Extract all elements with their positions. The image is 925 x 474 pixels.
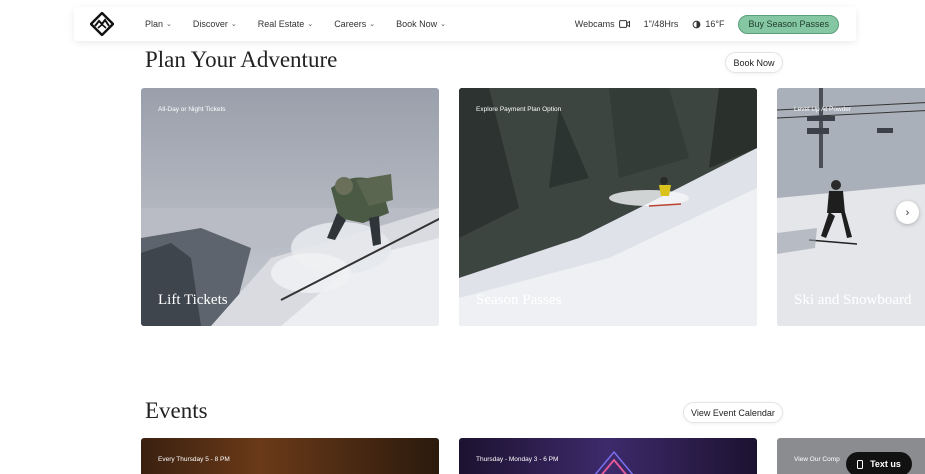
event-card[interactable]: Every Thursday 5 - 8 PM <box>141 438 439 474</box>
nav-label: Book Now <box>396 19 438 29</box>
nav-item-real-estate[interactable]: Real Estate ⌄ <box>258 19 313 29</box>
card-tag: Thursday - Monday 3 - 6 PM <box>476 456 559 463</box>
main-nav: Plan ⌄ Discover ⌄ Real Estate ⌄ Careers ⌄ Bo… <box>145 7 467 41</box>
video-camera-icon <box>618 20 630 28</box>
event-card[interactable]: Thursday - Monday 3 - 6 PM <box>459 438 757 474</box>
nav-label: Real Estate <box>257 19 305 29</box>
weather-icon <box>692 20 701 28</box>
temperature-value: 16°F <box>705 19 725 29</box>
card-tag: Explore Payment Plan Option <box>476 106 562 113</box>
nav-item-book-now[interactable]: Book Now ⌄ <box>396 19 446 29</box>
card-title: Season Passes <box>476 292 562 308</box>
book-now-button[interactable]: Book Now <box>725 52 783 73</box>
phone-icon <box>857 459 864 469</box>
card-tag: Level Up At Powder <box>794 106 852 113</box>
card-tag: View Our Comp <box>794 456 840 463</box>
chevron-down-icon: ⌄ <box>440 21 446 28</box>
chevron-down-icon: ⌄ <box>307 21 314 28</box>
snow-report[interactable]: 1"/48Hrs <box>644 19 679 29</box>
card-tag: Every Thursday 5 - 8 PM <box>158 456 230 463</box>
buy-season-passes-button[interactable]: Buy Season Passes <box>738 14 839 34</box>
carousel-next-button[interactable]: › <box>896 201 919 224</box>
chevron-down-icon: ⌄ <box>369 21 376 28</box>
view-event-calendar-button[interactable]: View Event Calendar <box>683 402 783 423</box>
chevron-down-icon: ⌄ <box>166 21 172 28</box>
card-title: Lift Tickets <box>158 292 228 308</box>
nav-item-careers[interactable]: Careers ⌄ <box>334 19 375 29</box>
adventure-section-title: Plan Your Adventure <box>145 47 338 72</box>
top-navigation-bar: Plan ⌄ Discover ⌄ Real Estate ⌄ Careers ⌄ Bo… <box>74 7 856 41</box>
nav-item-discover[interactable]: Discover ⌄ <box>193 19 237 29</box>
nav-item-plan[interactable]: Plan ⌄ <box>145 19 172 29</box>
text-us-label: Text us <box>870 459 901 469</box>
weather-report[interactable]: 16°F <box>692 19 724 29</box>
header-tools: Webcams 1"/48Hrs 16°F Buy Season Passes <box>575 7 839 41</box>
text-us-button[interactable]: Text us <box>846 452 912 474</box>
season-passes-card[interactable]: Explore Payment Plan Option Season Passe… <box>459 88 757 326</box>
mountain-logo-icon[interactable] <box>90 12 114 36</box>
nav-label: Careers <box>334 19 367 29</box>
card-tag: All-Day or Night Tickets <box>158 106 226 113</box>
webcams-label: Webcams <box>574 19 615 29</box>
webcams-link[interactable]: Webcams <box>575 19 630 29</box>
chevron-right-icon: › <box>905 206 910 219</box>
nav-label: Plan <box>145 19 164 29</box>
events-section-title: Events <box>145 398 208 423</box>
chevron-down-icon: ⌄ <box>230 21 237 28</box>
lift-tickets-card[interactable]: All-Day or Night Tickets Lift Tickets <box>141 88 439 326</box>
card-title: Ski and Snowboard <box>794 292 912 308</box>
snow-report-value: 1"/48Hrs <box>643 19 679 29</box>
season-passes-image <box>459 88 757 326</box>
lift-tickets-image <box>141 88 439 326</box>
nav-label: Discover <box>192 19 228 29</box>
